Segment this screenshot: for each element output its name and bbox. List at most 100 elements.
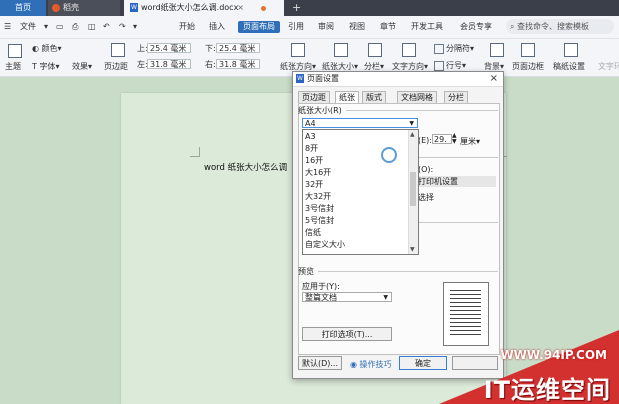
dropdown-scrollbar[interactable]: ▲ ▼ (408, 130, 418, 254)
font-icon: T (32, 62, 37, 71)
print-icon[interactable]: ⎙ (72, 21, 78, 33)
theme-button[interactable]: 主题 (5, 61, 21, 72)
separator-icon (434, 43, 444, 54)
apply-to-label: 应用于(Y): (302, 282, 340, 291)
text-direction-icon[interactable] (402, 43, 416, 57)
document-body-text[interactable]: word 纸张大小怎么调 (204, 161, 287, 173)
height-unit[interactable]: 厘米▾ (460, 136, 480, 147)
new-tab-button[interactable]: + (292, 0, 301, 16)
separator-button[interactable]: 分隔符▾ (434, 43, 474, 54)
apply-to-select[interactable]: 整篇文档 ▼ (302, 292, 392, 302)
menu-member[interactable]: 会员专享 (460, 21, 492, 33)
dialog-title-bar[interactable]: W 页面设置 × (293, 72, 503, 87)
manuscript-button[interactable]: 稿纸设置 (553, 61, 585, 72)
height-label: (E): (418, 136, 432, 145)
tips-icon: ◉ (350, 360, 357, 369)
paper-option-a3[interactable]: A3 (305, 131, 316, 143)
dialog-title: 页面设置 (307, 74, 339, 83)
menu-insert[interactable]: 插入 (209, 21, 225, 33)
menu-reference[interactable]: 引用 (288, 21, 304, 33)
paper-option-envelope-3[interactable]: 3号信封 (305, 203, 334, 215)
background-icon[interactable] (490, 43, 504, 57)
paper-size-icon[interactable] (334, 43, 348, 57)
print-options-button[interactable]: 打印选项(T)... (302, 327, 392, 341)
paper-option-letter[interactable]: 信纸 (305, 227, 321, 239)
margin-top-input[interactable]: 25.4 毫米 (147, 43, 191, 53)
dialog-close-icon[interactable]: × (490, 72, 498, 85)
scroll-down-icon[interactable]: ▼ (410, 246, 415, 253)
margin-right-input[interactable]: 31.8 毫米 (216, 59, 260, 69)
more-icon[interactable]: ▾ (133, 21, 137, 33)
tips-link[interactable]: ◉ 操作技巧 (350, 359, 392, 370)
wrap-button[interactable]: 文字环 (598, 61, 619, 72)
scroll-thumb[interactable] (410, 172, 416, 206)
menu-section[interactable]: 章节 (380, 21, 396, 33)
page-border-button[interactable]: 页面边框 (512, 61, 544, 72)
menu-start[interactable]: 开始 (179, 21, 195, 33)
dropdown-arrow-icon[interactable]: ▾ (44, 21, 48, 33)
paper-size-dropdown-list[interactable]: A3 8开 16开 大16开 32开 大32开 3号信封 5号信封 信纸 自定义… (302, 129, 419, 255)
site-watermark: WWW.94IP.COM IT运维空间 (400, 330, 619, 404)
open-icon[interactable]: ▭ (56, 21, 64, 33)
color-button[interactable]: ◐ 颜色▾ (32, 43, 62, 54)
menu-file[interactable]: 文件 (20, 21, 36, 33)
tab-close-icon[interactable]: × (237, 0, 244, 16)
scroll-up-icon[interactable]: ▲ (410, 131, 415, 138)
menu-icon[interactable]: ☰ (4, 21, 11, 33)
paper-size-selected: A4 (305, 119, 316, 128)
printer-setting-item[interactable]: 打印机设置 (418, 176, 496, 187)
paper-option-32k[interactable]: 32开 (305, 179, 323, 191)
theme-icon[interactable] (8, 44, 22, 58)
menu-page-layout[interactable]: 页面布局 (238, 21, 280, 33)
margins-button[interactable]: 页边距 (104, 61, 128, 72)
paper-size-label: 纸张大小 (322, 62, 354, 71)
paper-option-8k[interactable]: 8开 (305, 143, 318, 155)
font-button[interactable]: T 字体▾ (32, 61, 59, 72)
page-border-icon[interactable] (521, 43, 535, 57)
redo-icon[interactable]: ↷ (119, 21, 126, 33)
preview-line (450, 298, 481, 299)
orientation-label: 纸张方向 (280, 62, 312, 71)
chevron-down-icon: ▼ (383, 294, 388, 301)
mid-divider (418, 222, 498, 223)
undo-icon[interactable]: ↶ (103, 21, 110, 33)
manuscript-icon[interactable] (564, 43, 578, 57)
columns-label: 分栏 (364, 62, 380, 71)
line-number-button[interactable]: 行号▾ (434, 60, 466, 71)
paper-option-custom[interactable]: 自定义大小 (305, 239, 345, 251)
watermark-url: WWW.94IP.COM (500, 348, 607, 362)
command-search[interactable]: ⌕ 查找命令、搜索模板 (506, 19, 614, 34)
menu-review[interactable]: 审阅 (318, 21, 334, 33)
menu-view[interactable]: 视图 (349, 21, 365, 33)
paper-size-select[interactable]: A4 ▼ (302, 118, 418, 128)
paper-option-big-32k[interactable]: 大32开 (305, 191, 331, 203)
preview-icon[interactable]: ◫ (88, 21, 96, 33)
paper-option-big-16k[interactable]: 大16开 (305, 167, 331, 179)
tab-daoke[interactable]: 稻壳 (48, 0, 120, 16)
margins-icon[interactable] (111, 43, 125, 57)
columns-icon[interactable] (368, 43, 382, 57)
height-spin-button[interactable]: ▲ ▼ (452, 133, 457, 145)
default-button[interactable]: 默认(D)... (298, 356, 342, 370)
height-input[interactable]: 29. (432, 134, 452, 144)
paper-size-divider (346, 110, 498, 111)
separator-label: 分隔符 (446, 44, 470, 53)
tab-document[interactable]: Wword纸张大小怎么调.docx × (124, 0, 284, 16)
orientation-icon[interactable] (291, 43, 305, 57)
margin-left-input[interactable]: 31.8 毫米 (147, 59, 191, 69)
preview-line (450, 318, 481, 319)
paper-option-envelope-5[interactable]: 5号信封 (305, 215, 334, 227)
preview-line (450, 294, 481, 295)
crop-mark-top-left (190, 147, 200, 157)
menu-developer[interactable]: 开发工具 (411, 21, 443, 33)
preview-section-label: 预览 (298, 267, 314, 276)
effect-button[interactable]: 效果▾ (72, 61, 92, 72)
mouse-cursor-indicator (381, 147, 397, 163)
daoke-icon (52, 3, 60, 12)
preview-line (450, 310, 481, 311)
paper-option-16k[interactable]: 16开 (305, 155, 323, 167)
margin-bottom-input[interactable]: 25.4 毫米 (216, 43, 260, 53)
tab-home[interactable]: 首页 (0, 0, 46, 16)
search-icon: ⌕ (510, 22, 515, 31)
unsaved-dot-icon (261, 6, 266, 11)
